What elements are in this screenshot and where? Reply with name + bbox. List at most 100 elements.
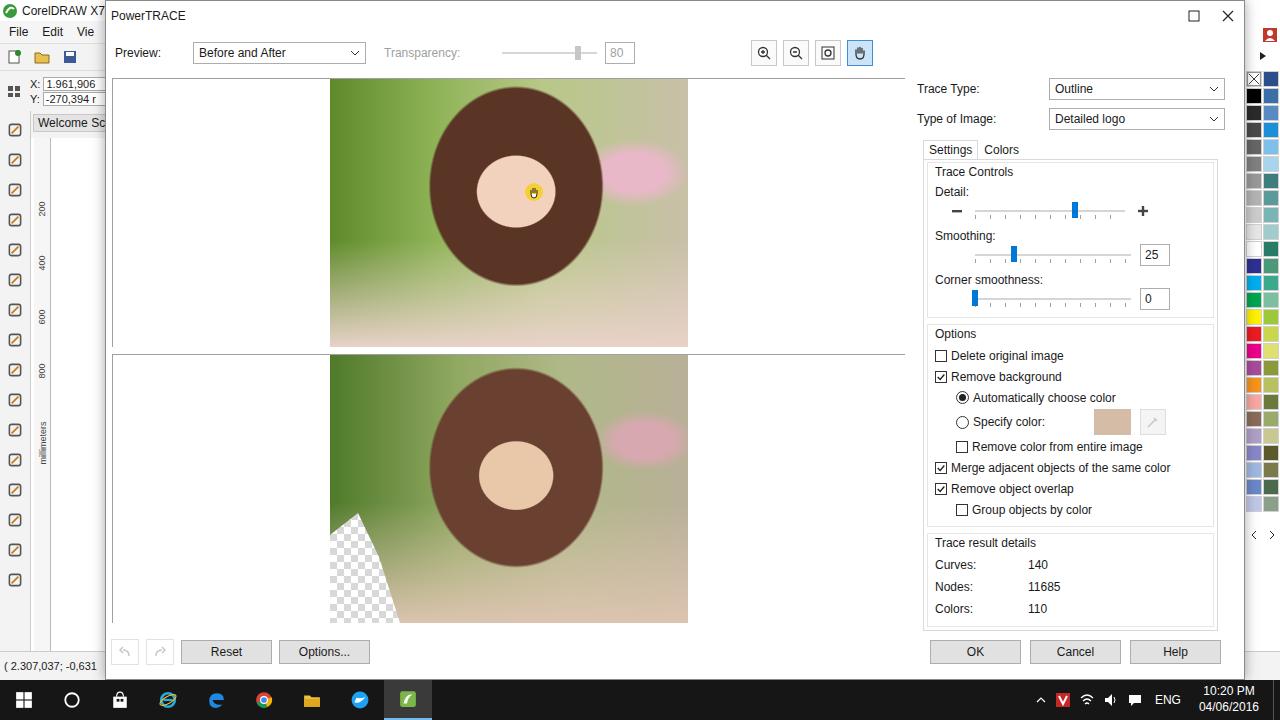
palette-swatch[interactable] [1246,394,1262,410]
palette-swatch[interactable] [1263,122,1279,138]
checkbox-row[interactable]: Delete original image [935,345,1207,366]
freehand-tool-icon[interactable] [6,241,24,259]
fit-button[interactable] [815,40,841,66]
specify-color-swatch[interactable] [1094,409,1131,435]
palette-swatch[interactable] [1246,462,1262,478]
palette-swatch[interactable] [1263,258,1279,274]
shadow-tool-icon[interactable] [6,481,24,499]
pan-button[interactable] [847,40,873,66]
store-taskbar-button[interactable] [96,680,144,720]
zoom-in-button[interactable] [751,40,777,66]
radio-button[interactable] [956,416,969,429]
fill-tool-icon[interactable] [6,571,24,589]
text-tool-icon[interactable] [6,391,24,409]
palette-swatch[interactable] [1263,241,1279,257]
menu-item[interactable]: Vie [77,25,94,39]
palette-swatch[interactable] [1246,479,1262,495]
palette-swatch[interactable] [1263,139,1279,155]
palette-swatch[interactable] [1246,411,1262,427]
dialog-button[interactable]: Help [1130,640,1221,664]
palette-swatch[interactable] [1246,122,1262,138]
show-desktop-button[interactable] [1273,680,1280,720]
palette-swatch[interactable] [1263,360,1279,376]
ellipse-tool-icon[interactable] [6,331,24,349]
palette-swatch[interactable] [1246,88,1262,104]
palette-swatch[interactable] [1263,394,1279,410]
minus-icon[interactable] [951,205,963,217]
palette-swatch[interactable] [1263,326,1279,342]
maximize-icon[interactable] [1188,10,1200,22]
palette-swatch[interactable] [1263,462,1279,478]
coordinate-field[interactable]: -270,394 r [43,92,111,106]
connector-tool-icon[interactable] [6,451,24,469]
shape-tool-icon[interactable] [6,151,24,169]
palette-swatch[interactable] [1263,411,1279,427]
palette-swatch[interactable] [1246,105,1262,121]
palette-swatch[interactable] [1263,207,1279,223]
checkbox[interactable] [935,483,947,495]
zoom-tool-icon[interactable] [6,211,24,229]
palette-flyout-icon[interactable] [1258,51,1268,61]
search-icon[interactable] [48,691,96,709]
explorer-taskbar-button[interactable] [288,680,336,720]
palette-swatch[interactable] [1263,173,1279,189]
palette-swatch[interactable] [1246,326,1262,342]
palette-swatch[interactable] [1263,343,1279,359]
crop-tool-icon[interactable] [6,181,24,199]
slider[interactable] [975,244,1131,266]
palette-swatch[interactable] [1246,292,1262,308]
polygon-tool-icon[interactable] [6,361,24,379]
radio-button[interactable] [956,391,969,404]
show-hidden-icons-icon[interactable] [1035,694,1047,706]
checkbox-row[interactable]: Remove object overlap [935,478,1207,499]
bird-taskbar-button[interactable] [336,680,384,720]
palette-swatch[interactable] [1246,496,1262,512]
palette-swatch[interactable] [1263,190,1279,206]
checkbox[interactable] [956,504,968,516]
image-type-select[interactable]: Detailed logo [1049,108,1225,130]
palette-swatch[interactable] [1263,496,1279,512]
checkbox[interactable] [935,462,947,474]
checkbox-row[interactable]: Merge adjacent objects of the same color [935,457,1207,478]
radio-row[interactable]: Automatically choose color [935,387,1207,408]
volume-icon[interactable] [1103,692,1119,708]
corel-taskbar-button[interactable] [384,680,432,720]
detail-slider[interactable] [975,200,1125,222]
artistic-tool-icon[interactable] [6,271,24,289]
radio-row[interactable]: Specify color: [935,408,1207,436]
palette-swatch[interactable] [1246,173,1262,189]
clock[interactable]: 10:20 PM 04/06/2016 [1193,684,1265,715]
checkbox-row[interactable]: Group objects by color [935,499,1207,520]
plus-icon[interactable] [1137,205,1149,217]
pick-tool-icon[interactable] [6,121,24,139]
palette-swatch[interactable] [1246,241,1262,257]
chrome-taskbar-button[interactable] [240,680,288,720]
checkbox[interactable] [956,441,968,453]
transparency-tool-icon[interactable] [6,511,24,529]
network-icon[interactable] [1079,692,1095,708]
edge-taskbar-button[interactable] [192,680,240,720]
input-language[interactable]: ENG [1151,693,1185,707]
palette-swatch[interactable] [1246,258,1262,274]
slider-value-field[interactable]: 25 [1140,244,1170,266]
eyedropper-button[interactable] [1140,409,1166,435]
slider-value-field[interactable]: 0 [1140,288,1170,310]
rect-tool-icon[interactable] [6,301,24,319]
slider[interactable] [975,288,1131,310]
menu-item[interactable]: File [9,25,28,39]
trace-type-select[interactable]: Outline [1049,78,1225,100]
zoom-out-button[interactable] [783,40,809,66]
page-icon[interactable] [6,83,22,99]
document-tab[interactable]: Welcome Sc [33,114,110,132]
checkbox-row[interactable]: Remove background [935,366,1207,387]
notifications-icon[interactable] [1127,692,1143,708]
palette-swatch[interactable] [1246,224,1262,240]
palette-swatch[interactable] [1263,377,1279,393]
palette-swatch[interactable] [1263,71,1279,87]
palette-swatch[interactable] [1263,156,1279,172]
palette-swatch[interactable] [1246,377,1262,393]
checkbox-row[interactable]: Remove color from entire image [935,436,1207,457]
user-icon[interactable] [1262,27,1278,43]
palette-swatch[interactable] [1263,428,1279,444]
palette-swatch[interactable] [1263,292,1279,308]
